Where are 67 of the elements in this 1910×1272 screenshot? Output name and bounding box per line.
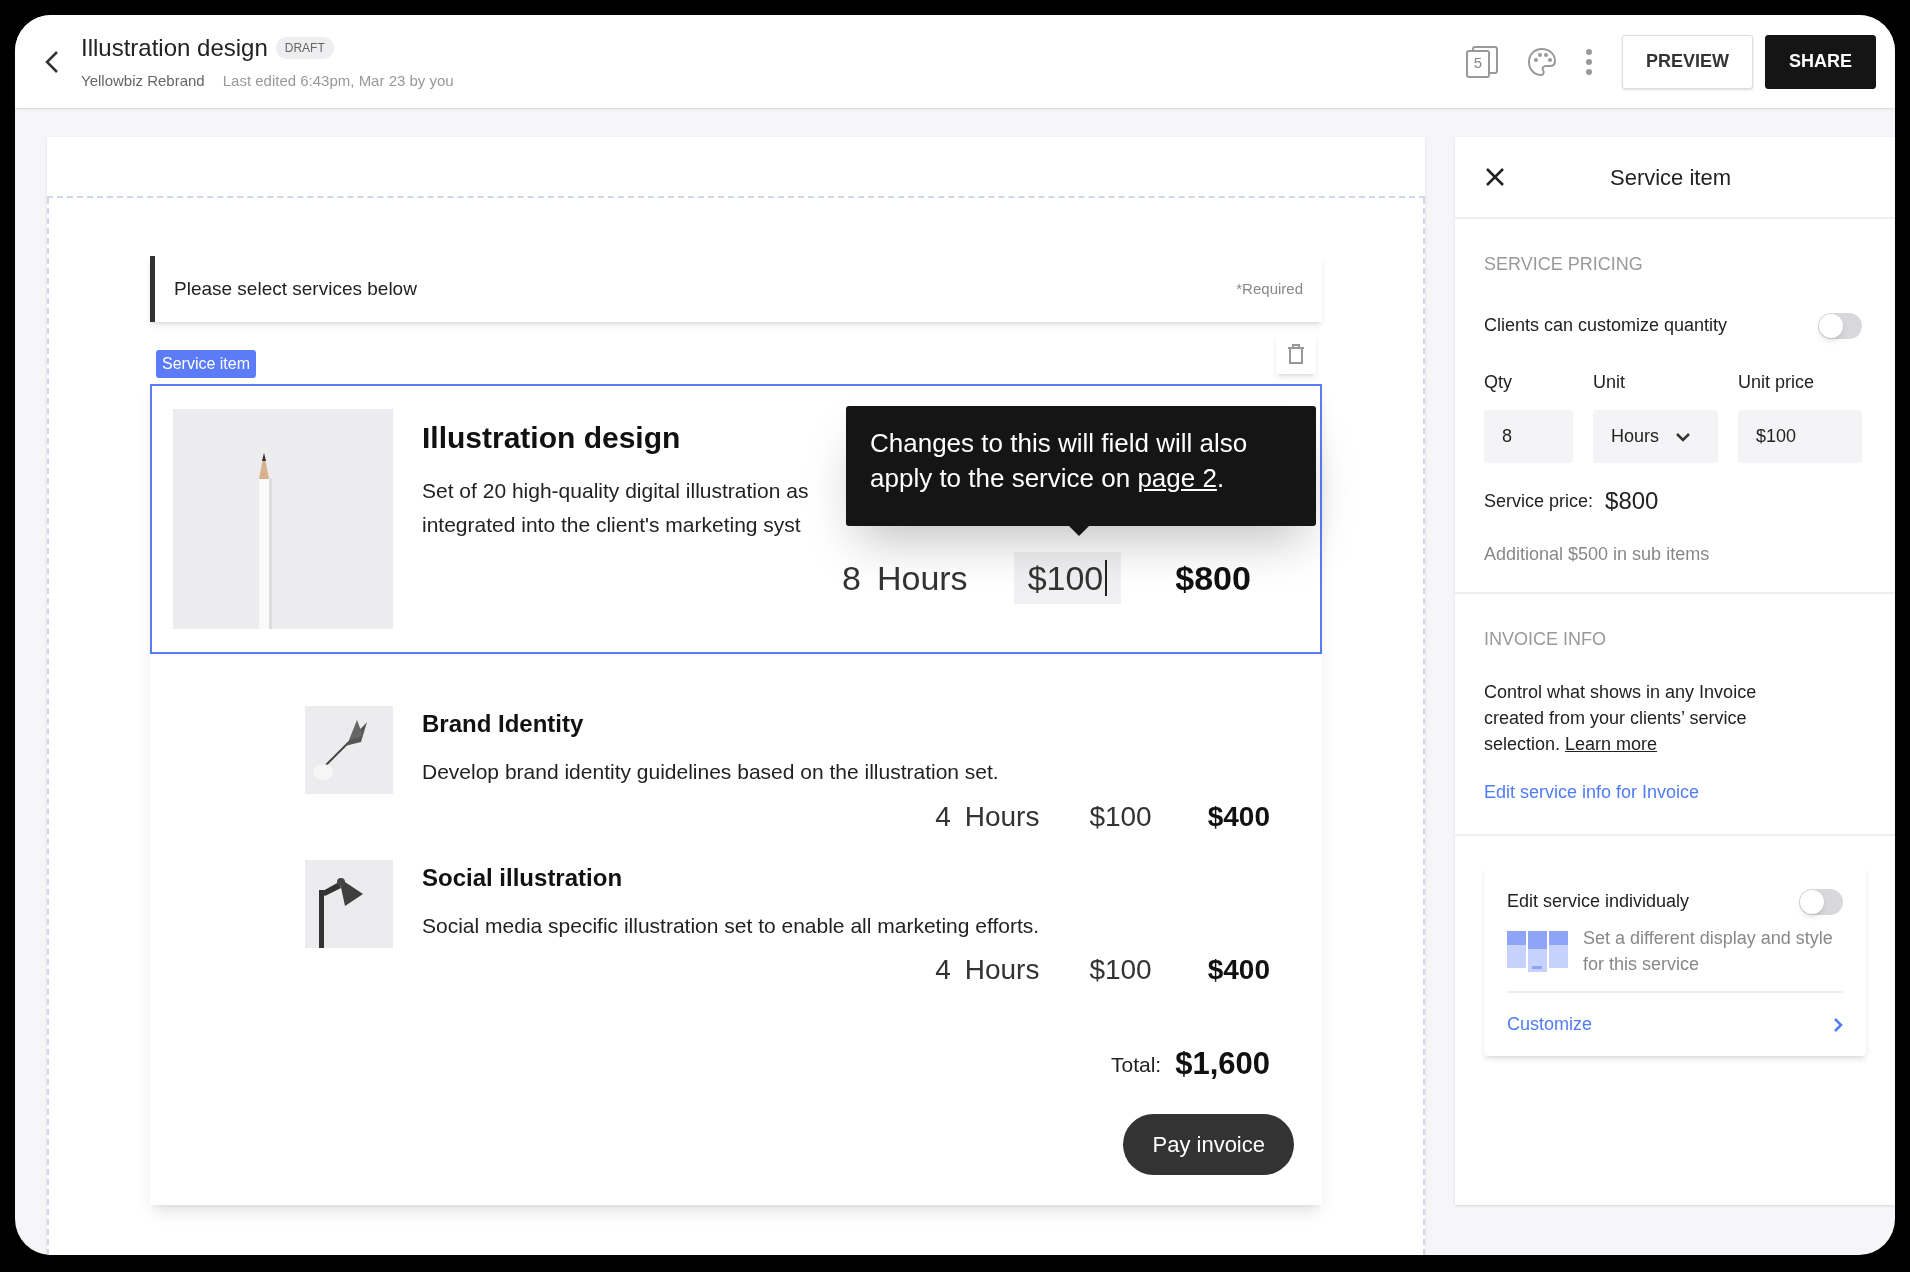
service-description: Develop brand identity guidelines based on the illustration set. [422, 759, 1000, 785]
service-price: $400 [1207, 953, 1270, 987]
input-field[interactable]: $100 [1738, 410, 1862, 463]
additional-text: Additional $500 in sub items [1484, 543, 1711, 566]
project-name: Yellowbiz Rebrand [81, 71, 205, 92]
field-label: Unit [1593, 371, 1626, 394]
section-heading: SERVICE PRICING [1484, 253, 1644, 276]
delete-button[interactable] [1276, 334, 1316, 374]
close-icon[interactable] [1485, 167, 1505, 187]
unit-price-text: $100 [1089, 953, 1152, 987]
unit-price-input[interactable]: $100 [1013, 552, 1122, 604]
palette-icon[interactable] [1525, 45, 1558, 78]
input-field[interactable]: 8 [1484, 410, 1573, 463]
service-price: $800 [1175, 557, 1251, 599]
service-price-value: $800 [1605, 486, 1659, 516]
customize-link[interactable]: Customize [1507, 1011, 1843, 1038]
pay-invoice-button[interactable]: Pay invoice [1123, 1113, 1294, 1175]
share-button[interactable]: SHARE [1765, 34, 1876, 89]
chevron-right-icon [1833, 1016, 1843, 1033]
quantity-text: 8 [842, 557, 861, 599]
service-description: Social media specific illustration set to enable all marketing efforts. [422, 912, 1041, 939]
service-description: integrated into the client's marketing syst [422, 512, 802, 538]
trash-icon [1286, 343, 1306, 365]
unit-text: Hours [964, 953, 1040, 987]
unit-text: Hours [964, 799, 1040, 834]
selected-service-row[interactable]: Illustration design Set of 20 high-quality digital illustration as integrated into the client's marketing syst 8 Hours $100 $800 Changes to this will field will also apply to the service on page 2. [150, 384, 1322, 654]
layout-icon [1507, 931, 1569, 973]
page-link[interactable]: page 2 [1137, 463, 1217, 493]
edit-invoice-link[interactable]: Edit service info for Invoice [1484, 779, 1866, 806]
unit-select[interactable]: Hours [1593, 410, 1718, 463]
tooltip-pointer [1068, 525, 1090, 536]
learn-more-link[interactable]: Learn more [1565, 734, 1658, 754]
unit-text: Hours [876, 557, 968, 599]
instruction-text: Please select services below [174, 276, 417, 301]
invoice-description: Control what shows in any Invoice created from your clients’ service selection. Learn more [1484, 681, 1758, 756]
field-label: Unit price [1738, 371, 1816, 394]
field-label: Qty [1484, 371, 1513, 394]
preview-button[interactable]: PREVIEW [1621, 34, 1753, 89]
service-row[interactable]: Brand Identity Develop brand identity guidelines based on the illustration set. 4 Hours $100 $400 [305, 706, 1270, 838]
section-heading: INVOICE INFO [1484, 628, 1607, 651]
toggle-label: Edit service individualy [1507, 890, 1690, 913]
total-label: Total: [1110, 1051, 1162, 1078]
service-price-label: Service price: [1484, 489, 1594, 513]
toggle-switch[interactable] [1799, 888, 1843, 915]
tooltip-text: Changes to this will field will also apply to the service on page 2. [870, 427, 1249, 495]
service-title: Illustration design [422, 420, 682, 456]
required-text: *Required [1236, 278, 1303, 299]
back-icon[interactable] [45, 49, 59, 74]
quantity-text: 4 [935, 953, 951, 987]
service-row[interactable]: Social illustration Social media specific illustration set to enable all marketing efforts. 4 Hours $100 $400 [305, 859, 1270, 991]
document-title: Illustration design [81, 33, 268, 64]
total-amount: $1,600 [1175, 1045, 1270, 1083]
toggle-label: Clients can customize quantity [1484, 314, 1728, 337]
toggle-switch[interactable] [1818, 312, 1862, 339]
service-item-tag: Service item [156, 350, 257, 378]
more-icon[interactable] [1585, 48, 1592, 75]
service-title: Brand Identity [422, 709, 585, 739]
service-title: Social illustration [422, 862, 624, 893]
service-description: Set of 20 high-quality digital illustration as [422, 478, 809, 504]
quantity-text: 4 [935, 799, 951, 834]
chevron-down-icon [1675, 431, 1691, 442]
draft-badge: DRAFT [275, 37, 334, 60]
last-edited-text: Last edited 6:43pm, Mar 23 by you [222, 71, 454, 92]
service-price: $400 [1207, 799, 1270, 834]
customize-description: Set a different display and style for this service [1583, 927, 1834, 976]
unit-price-text: $100 [1089, 799, 1152, 834]
panel-title: Service item [1610, 163, 1732, 192]
